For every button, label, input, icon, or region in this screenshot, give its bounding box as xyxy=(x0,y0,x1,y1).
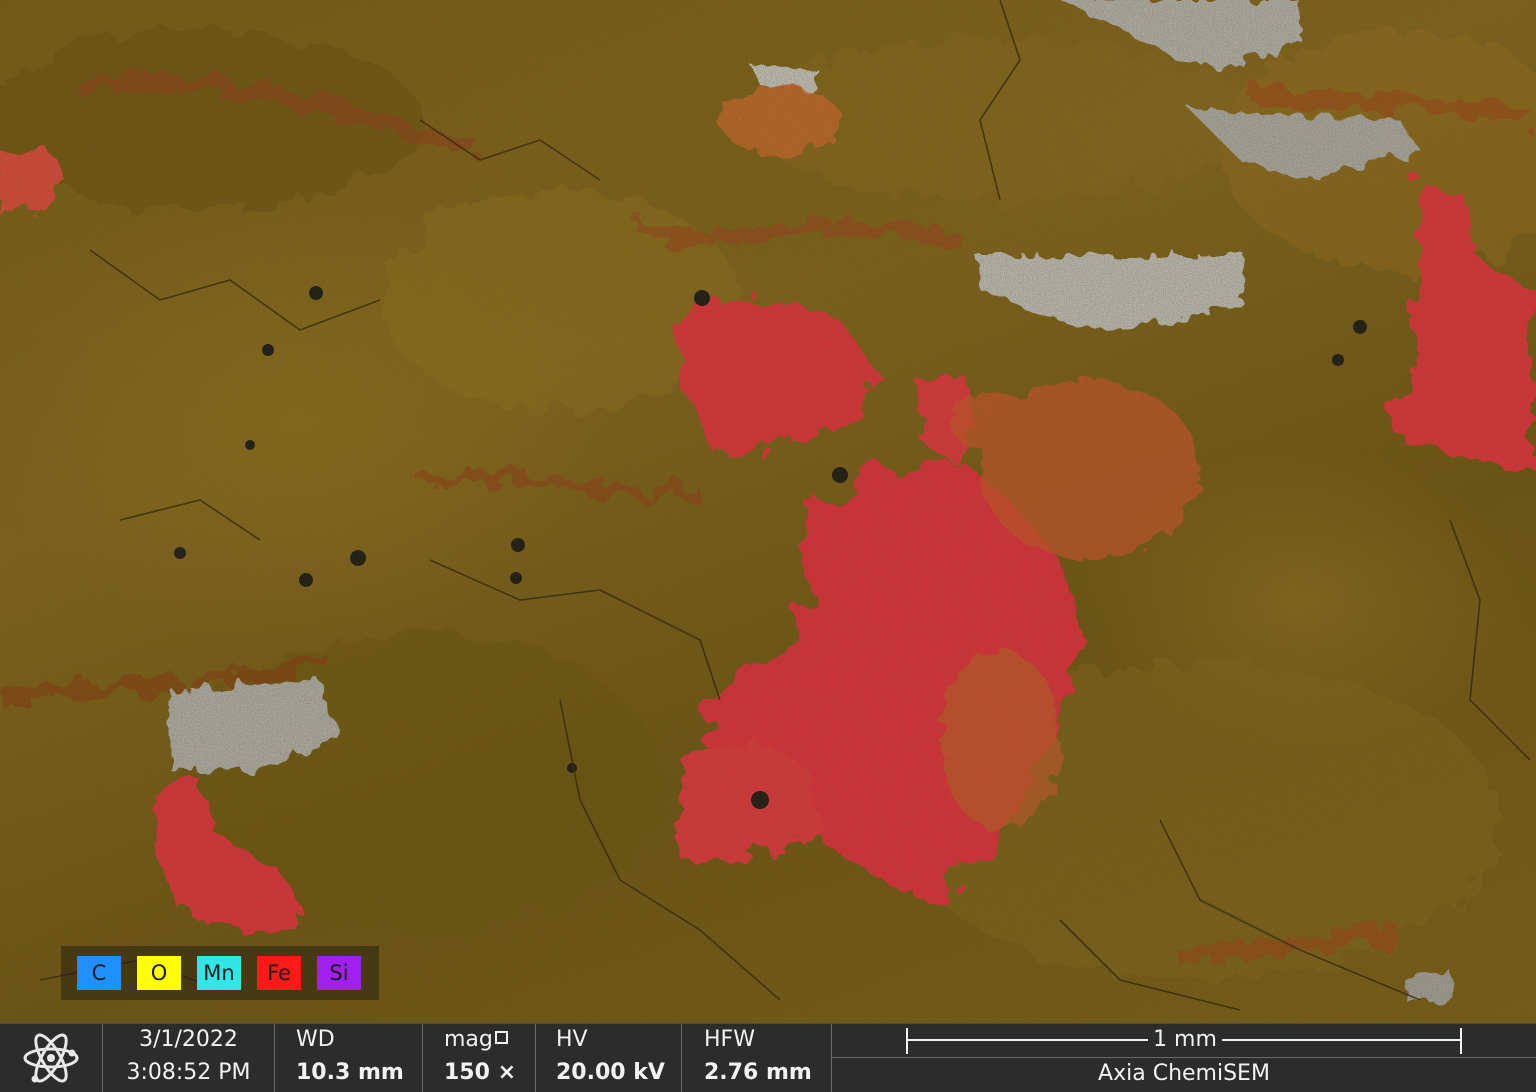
working-distance-cell: WD 10.3 mm xyxy=(275,1024,423,1092)
legend-chip-fe: Fe xyxy=(257,956,301,990)
mag-label-text: mag xyxy=(444,1027,493,1052)
logo-cell xyxy=(0,1024,103,1092)
mag-label: mag xyxy=(444,1027,508,1052)
acquisition-time: 3:08:52 PM xyxy=(126,1060,251,1085)
element-legend: C O Mn Fe Si xyxy=(61,946,379,1000)
hv-value: 20.00 kV xyxy=(556,1060,665,1085)
mag-value: 150 × xyxy=(444,1060,517,1085)
divider xyxy=(832,1057,1536,1058)
legend-chip-c: C xyxy=(77,956,121,990)
hfw-value: 2.76 mm xyxy=(704,1060,812,1085)
high-voltage-cell: HV 20.00 kV xyxy=(536,1024,682,1092)
datetime-cell: 3/1/2022 3:08:52 PM xyxy=(103,1024,275,1092)
data-bar: 3/1/2022 3:08:52 PM WD 10.3 mm mag 150 ×… xyxy=(0,1023,1536,1092)
horizontal-field-width-cell: HFW 2.76 mm xyxy=(682,1024,832,1092)
scale-bar-cell: 1 mm Axia ChemiSEM xyxy=(832,1024,1536,1092)
atom-icon xyxy=(23,1033,79,1083)
instrument-name: Axia ChemiSEM xyxy=(1098,1061,1270,1086)
wd-value: 10.3 mm xyxy=(296,1060,404,1085)
wd-label: WD xyxy=(296,1027,335,1052)
acquisition-date: 3/1/2022 xyxy=(139,1027,238,1052)
scale-bar-label: 1 mm xyxy=(1153,1027,1217,1052)
square-icon xyxy=(494,1031,508,1044)
hv-label: HV xyxy=(556,1027,588,1052)
sem-eds-map-image: C O Mn Fe Si xyxy=(0,0,1536,1023)
magnification-cell: mag 150 × xyxy=(423,1024,536,1092)
legend-chip-mn: Mn xyxy=(197,956,241,990)
hfw-label: HFW xyxy=(704,1027,755,1052)
legend-chip-si: Si xyxy=(317,956,361,990)
legend-chip-o: O xyxy=(137,956,181,990)
